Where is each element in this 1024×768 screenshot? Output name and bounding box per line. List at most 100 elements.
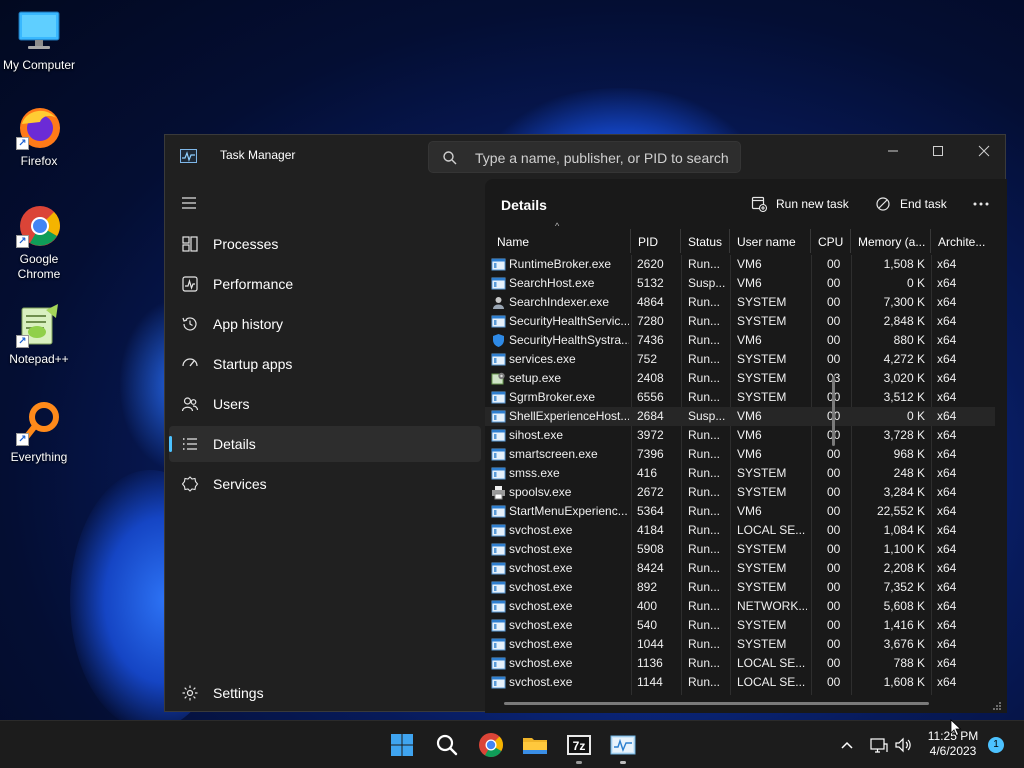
column-header-user-name[interactable]: User name bbox=[730, 229, 811, 253]
architecture-cell: x64 bbox=[937, 257, 957, 271]
memory-cell: 1,100 K bbox=[883, 542, 925, 556]
table-row[interactable]: svchost.exe 892 Run... SYSTEM 00 7,352 K x64 bbox=[485, 578, 995, 597]
table-row[interactable]: SecurityHealthServic... 7280 Run... SYSTEM 0… bbox=[485, 312, 995, 331]
table-row[interactable]: svchost.exe 8424 Run... SYSTEM 00 2,208 K x64 bbox=[485, 559, 995, 578]
taskbar-file-explorer-button[interactable] bbox=[521, 731, 549, 759]
status-cell: Run... bbox=[688, 485, 721, 499]
status-cell: Run... bbox=[688, 523, 721, 537]
desktop-icon-firefox[interactable]: ↗ Firefox bbox=[1, 104, 77, 169]
taskbar-chrome-button[interactable] bbox=[477, 731, 505, 759]
table-row[interactable]: SearchHost.exe 5132 Susp... VM6 00 0 K x64 bbox=[485, 274, 995, 293]
taskbar-7zip-button[interactable]: 7z bbox=[565, 731, 593, 759]
desktop-icon-label: Notepad++ bbox=[9, 352, 69, 366]
pid-cell: 2408 bbox=[637, 371, 664, 385]
nav-item-app-history[interactable]: App history bbox=[169, 306, 481, 342]
table-row[interactable]: svchost.exe 1136 Run... LOCAL SE... 00 788 K x… bbox=[485, 654, 995, 673]
search-input[interactable] bbox=[475, 148, 735, 168]
nav-item-users[interactable]: Users bbox=[169, 386, 481, 422]
user-name-cell: SYSTEM bbox=[737, 466, 787, 480]
column-header-status[interactable]: Status bbox=[681, 229, 730, 253]
status-cell: Run... bbox=[688, 352, 721, 366]
nav-item-services[interactable]: Services bbox=[169, 466, 481, 502]
minimize-button[interactable] bbox=[870, 137, 916, 165]
hamburger-menu-button[interactable] bbox=[177, 191, 201, 215]
process-name-cell: svchost.exe bbox=[509, 656, 573, 670]
status-cell: Run... bbox=[688, 371, 721, 385]
notification-badge[interactable]: 1 bbox=[988, 737, 1004, 753]
nav-item-details[interactable]: Details bbox=[169, 426, 481, 462]
table-row[interactable]: svchost.exe 400 Run... NETWORK... 00 5,608 K x… bbox=[485, 597, 995, 616]
taskbar-search-button[interactable] bbox=[433, 731, 461, 759]
nav-item-label: App history bbox=[213, 316, 284, 332]
desktop-icon-label: Google Chrome bbox=[17, 252, 61, 281]
run-new-task-button[interactable]: Run new task bbox=[743, 187, 851, 221]
column-header-pid[interactable]: PID bbox=[631, 229, 681, 253]
nav-item-processes[interactable]: Processes bbox=[169, 226, 481, 262]
pid-cell: 2684 bbox=[637, 409, 664, 423]
table-row[interactable]: setup.exe 2408 Run... SYSTEM 03 3,020 K x64 bbox=[485, 369, 995, 388]
pid-cell: 4184 bbox=[637, 523, 664, 537]
resize-grip-icon[interactable] bbox=[992, 700, 1002, 710]
maximize-button[interactable] bbox=[915, 137, 961, 165]
memory-cell: 1,508 K bbox=[883, 257, 925, 271]
running-indicator bbox=[620, 761, 626, 764]
architecture-cell: x64 bbox=[937, 276, 957, 290]
desktop-icon-chrome[interactable]: ↗ Google Chrome bbox=[1, 202, 77, 282]
memory-cell: 5,608 K bbox=[883, 599, 925, 613]
nav-item-label: Services bbox=[213, 476, 267, 492]
table-row[interactable]: svchost.exe 1144 Run... LOCAL SE... 00 1,608 … bbox=[485, 673, 995, 692]
user-name-cell: VM6 bbox=[737, 504, 762, 518]
network-status-button[interactable] bbox=[869, 735, 889, 755]
table-row[interactable]: RuntimeBroker.exe 2620 Run... VM6 00 1,508 K x… bbox=[485, 255, 995, 274]
nav-item-startup-apps[interactable]: Startup apps bbox=[169, 346, 481, 382]
horizontal-scrollbar[interactable] bbox=[504, 702, 929, 705]
desktop-icon-everything[interactable]: ↗ Everything bbox=[1, 400, 77, 465]
clock-date: 4/6/2023 bbox=[929, 744, 977, 758]
table-row[interactable]: svchost.exe 1044 Run... SYSTEM 00 3,676 K x64 bbox=[485, 635, 995, 654]
end-task-button[interactable]: End task bbox=[867, 187, 953, 221]
status-cell: Run... bbox=[688, 428, 721, 442]
table-row[interactable]: smss.exe 416 Run... SYSTEM 00 248 K x64 bbox=[485, 464, 995, 483]
nav-item-settings[interactable]: Settings bbox=[169, 675, 481, 711]
table-row[interactable]: SgrmBroker.exe 6556 Run... SYSTEM 00 3,512 K x… bbox=[485, 388, 995, 407]
table-row[interactable]: sihost.exe 3972 Run... VM6 00 3,728 K x64 bbox=[485, 426, 995, 445]
desktop-icon-my-computer[interactable]: My Computer bbox=[1, 8, 77, 73]
process-name-cell: smartscreen.exe bbox=[509, 447, 598, 461]
pid-cell: 1144 bbox=[637, 675, 663, 689]
volume-button[interactable] bbox=[893, 735, 913, 755]
column-header-cpu[interactable]: CPU bbox=[811, 229, 851, 253]
cpu-cell: 00 bbox=[827, 523, 841, 537]
table-row[interactable]: SearchIndexer.exe 4864 Run... SYSTEM 00 7,300… bbox=[485, 293, 995, 312]
windows-start-button[interactable] bbox=[388, 731, 416, 759]
table-row[interactable]: ShellExperienceHost.... 2684 Susp... VM6 00 0… bbox=[485, 407, 995, 426]
table-row[interactable]: svchost.exe 4184 Run... LOCAL SE... 00 1,084 … bbox=[485, 521, 995, 540]
table-row[interactable]: services.exe 752 Run... SYSTEM 00 4,272 K x64 bbox=[485, 350, 995, 369]
column-header-name[interactable]: Name bbox=[490, 229, 631, 253]
chrome-icon: ↗ bbox=[16, 202, 62, 248]
column-header-architecture[interactable]: Archite... bbox=[931, 229, 993, 253]
taskbar-task-manager-button[interactable] bbox=[609, 731, 637, 759]
table-row[interactable]: svchost.exe 5908 Run... SYSTEM 00 1,100 K x64 bbox=[485, 540, 995, 559]
table-row[interactable]: svchost.exe 540 Run... SYSTEM 00 1,416 K x64 bbox=[485, 616, 995, 635]
more-options-button[interactable] bbox=[965, 189, 997, 219]
nav-item-performance[interactable]: Performance bbox=[169, 266, 481, 302]
table-row[interactable]: spoolsv.exe 2672 Run... SYSTEM 00 3,284 K x64 bbox=[485, 483, 995, 502]
status-cell: Run... bbox=[688, 504, 721, 518]
status-cell: Susp... bbox=[688, 276, 726, 290]
window-process-icon bbox=[491, 409, 506, 424]
architecture-cell: x64 bbox=[937, 314, 957, 328]
vertical-scrollbar[interactable] bbox=[832, 376, 835, 446]
table-row[interactable]: SecurityHealthSystra... 7436 Run... VM6 00 88… bbox=[485, 331, 995, 350]
close-button[interactable] bbox=[961, 137, 1007, 165]
title-bar[interactable]: Task Manager bbox=[165, 135, 1007, 179]
process-name-cell: smss.exe bbox=[509, 466, 560, 480]
table-row[interactable]: StartMenuExperienc... 5364 Run... VM6 00 22,5… bbox=[485, 502, 995, 521]
cpu-cell: 00 bbox=[827, 333, 841, 347]
table-row[interactable]: smartscreen.exe 7396 Run... VM6 00 968 K x64 bbox=[485, 445, 995, 464]
taskbar: 7z 11:25 PM 4/6/2023 1 bbox=[0, 720, 1024, 768]
architecture-cell: x64 bbox=[937, 542, 957, 556]
column-header-memory[interactable]: Memory (a... bbox=[851, 229, 931, 253]
desktop-icon-notepadpp[interactable]: ↗ Notepad++ bbox=[1, 302, 77, 367]
search-box[interactable] bbox=[428, 141, 741, 173]
tray-overflow-button[interactable] bbox=[837, 735, 857, 755]
